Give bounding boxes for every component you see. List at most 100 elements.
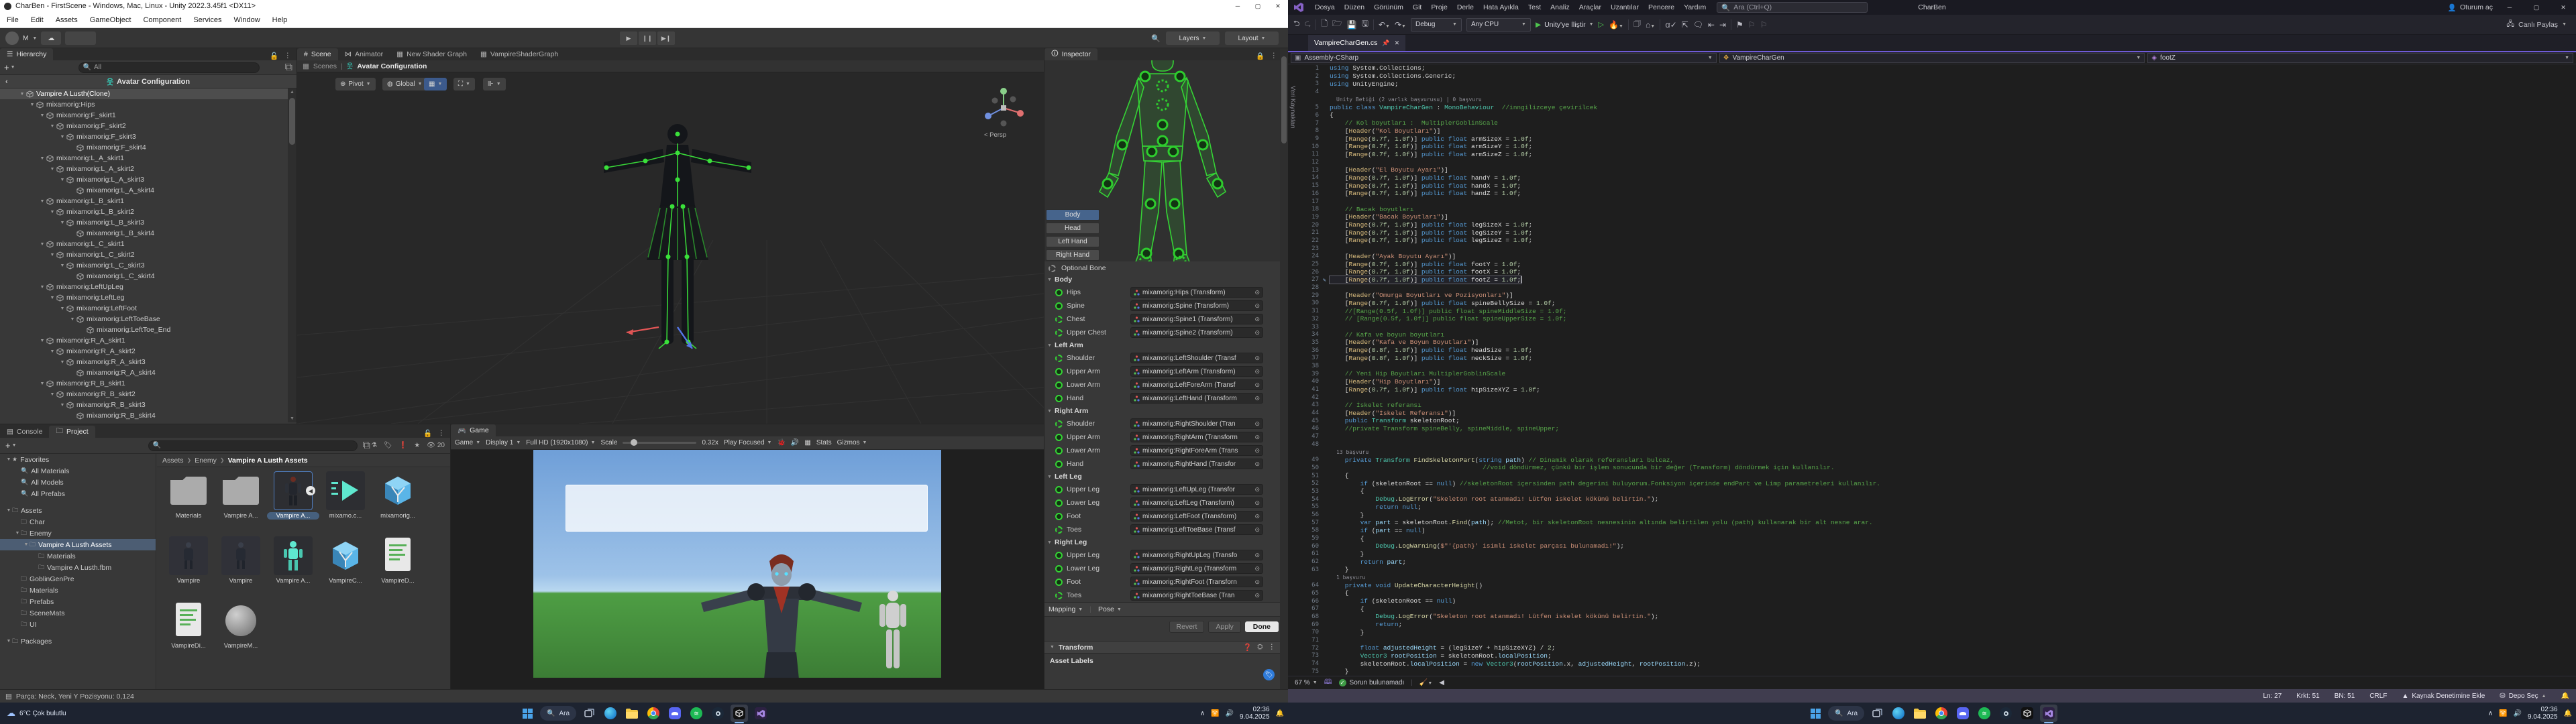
hierarchy-item[interactable]: ▼ mixamorig:F_skirt2 <box>0 121 288 131</box>
cleanup-icon[interactable]: 🧹▼ <box>1419 679 1432 686</box>
code-line[interactable]: 16 [Range(0.7f, 1.0f)] public float hand… <box>1297 190 2576 198</box>
account-menu[interactable]: M <box>23 35 28 42</box>
menu-derle[interactable]: Derle <box>1457 3 1474 11</box>
object-picker-icon[interactable]: ⊙ <box>1254 526 1260 534</box>
mute-audio-icon[interactable]: 🔊 <box>791 439 799 446</box>
snap-increment-toggle[interactable]: ⛶ ▼ <box>453 78 475 90</box>
project-tree-item[interactable]: 🗀 Vampire A Lusth.fbm <box>0 562 156 573</box>
collab-button[interactable] <box>65 32 97 45</box>
hierarchy-item[interactable]: mixamorig:F_skirt4 <box>0 142 288 153</box>
weather-widget[interactable]: ☁ 6°C Çok bulutlu <box>0 708 66 719</box>
expand-arrow-icon[interactable]: ▼ <box>39 339 46 343</box>
tab-scene[interactable]: # Scene <box>297 48 338 60</box>
hierarchy-item[interactable]: ▼ mixamorig:R_A_skirt3 <box>0 357 288 367</box>
asset-item[interactable]: mixamorig... <box>372 471 424 520</box>
asset-labels-header[interactable]: Asset Labels <box>1050 657 1093 665</box>
member-dropdown[interactable]: ◈ footZ ▼ <box>2147 53 2574 63</box>
code-line[interactable]: 71 <box>1297 636 2576 644</box>
object-picker-icon[interactable]: ⊙ <box>1254 302 1260 310</box>
code-line[interactable]: 42 <box>1297 394 2576 402</box>
expand-arrow-icon[interactable]: ▼ <box>59 178 66 182</box>
project-tree-item[interactable]: 🗀 UI <box>0 619 156 630</box>
taskbar-app-start[interactable] <box>519 705 536 722</box>
object-picker-icon[interactable]: ⊙ <box>1254 565 1260 572</box>
taskbar-app-spotify[interactable]: ≋ <box>688 705 705 722</box>
apply-button[interactable]: Apply <box>1208 621 1241 633</box>
code-line[interactable]: 41 [Range(0.7f, 1.0f)] public float hipS… <box>1297 385 2576 394</box>
bone-object-field[interactable]: mixamorig:LeftForeArm (Transf ⊙ <box>1130 379 1263 390</box>
notifications-bell-icon[interactable]: 🔔 <box>2561 692 2569 700</box>
taskbar-app-discord[interactable] <box>1954 705 1972 722</box>
expand-arrow-icon[interactable]: ▼ <box>29 103 36 107</box>
project-tree-item[interactable]: ▼ 🗀 Enemy <box>0 528 156 539</box>
code-line[interactable]: 75 } <box>1297 668 2576 676</box>
add-to-source-control-button[interactable]: ▲ Kaynak Denetimine Ekle <box>2402 692 2485 700</box>
code-line[interactable]: 33 <box>1297 323 2576 331</box>
indent-increase-icon[interactable]: ⇥ <box>1719 20 1726 29</box>
menu-window[interactable]: Window <box>234 16 260 24</box>
hierarchy-item[interactable]: ▼ mixamorig:L_B_skirt3 <box>0 217 288 228</box>
code-line[interactable]: 55 return null; <box>1297 503 2576 511</box>
bone-object-field[interactable]: mixamorig:RightArm (Transform ⊙ <box>1130 432 1263 442</box>
notification-icon[interactable]: 🔔 <box>1276 710 1284 717</box>
console-icon[interactable]: ▤ <box>5 692 12 701</box>
limb-button-right-hand[interactable]: Right Hand <box>1046 249 1099 261</box>
search-icon[interactable]: 🔍 <box>1151 34 1161 43</box>
taskbar-app-edge[interactable] <box>1890 705 1907 722</box>
limb-button-left-hand[interactable]: Left Hand <box>1046 236 1099 247</box>
code-line[interactable]: 32 // [Range(0.5f, 1.0f)] public float s… <box>1297 315 2576 323</box>
play-button[interactable]: ▶ <box>620 32 637 45</box>
code-line[interactable]: 4 <box>1297 88 2576 96</box>
save-all-icon[interactable]: 🖫 <box>1362 17 1368 32</box>
find-in-files-icon[interactable]: 🗇 <box>1633 17 1641 32</box>
grid-snap-toggle[interactable]: ▦ ▼ <box>424 78 447 90</box>
taskbar-app-start[interactable] <box>1807 705 1824 722</box>
code-line[interactable]: 48 <box>1297 440 2576 448</box>
expand-arrow-icon[interactable]: ▼ <box>19 92 25 97</box>
volume-icon[interactable]: 🔊 <box>2514 710 2522 717</box>
code-line[interactable]: 40 [Header("Hip Boyutları")] <box>1297 378 2576 386</box>
code-line[interactable]: 7 // Kol boyutları : MultiplerGoblinScal… <box>1297 119 2576 127</box>
code-line[interactable]: 63 } <box>1297 566 2576 574</box>
code-line[interactable]: 59 { <box>1297 534 2576 542</box>
menu-help[interactable]: Help <box>272 16 288 24</box>
volume-icon[interactable]: 🔊 <box>1226 710 1234 717</box>
expand-icon[interactable]: ⧉ <box>285 62 292 74</box>
code-line[interactable]: 56 } <box>1297 511 2576 519</box>
code-line[interactable]: 65 { <box>1297 589 2576 597</box>
code-line[interactable]: 9 [Range(0.7f, 1.0f)] public float armSi… <box>1297 135 2576 143</box>
expand-arrow-icon[interactable]: ▼ <box>39 199 46 204</box>
bone-section-header[interactable]: ▼ Body <box>1044 274 1281 286</box>
scene-viewport[interactable]: ⊕ Pivot ▼ ◍ Global ▼ ▦ ▼ ⛶ ▼ ⊪ ▼ < Persp <box>297 72 1044 424</box>
taskbar-app-taskview[interactable] <box>580 705 598 722</box>
hierarchy-scrollbar[interactable]: ▲ ▼ <box>288 88 297 422</box>
limb-button-body[interactable]: Body <box>1046 209 1099 221</box>
code-line[interactable]: 37 [Range(0.8f, 1.0f)] public float neck… <box>1297 354 2576 362</box>
pause-button[interactable]: ❙❙ <box>639 32 656 45</box>
code-line[interactable]: 5 public class VampireCharGen : MonoBehav… <box>1297 103 2576 111</box>
wifi-icon[interactable]: 🛜 <box>2499 710 2507 717</box>
menu-git[interactable]: Git <box>1413 3 1421 11</box>
code-line[interactable]: 69 return; <box>1297 621 2576 629</box>
expand-arrow-icon[interactable]: ▼ <box>69 317 76 322</box>
limb-button-head[interactable]: Head <box>1046 223 1099 234</box>
maximize-icon[interactable]: ▢ <box>1248 0 1268 12</box>
hierarchy-item[interactable]: mixamorig:L_C_skirt4 <box>0 271 288 282</box>
hierarchy-item[interactable]: ▼ mixamorig:L_C_skirt2 <box>0 249 288 260</box>
minimize-icon[interactable]: ─ <box>1228 0 1248 12</box>
transform-header[interactable]: Transform <box>1059 644 1093 652</box>
open-search-icon[interactable]: ⧉ <box>363 440 370 452</box>
expand-arrow-icon[interactable]: ▼ <box>39 156 46 161</box>
hierarchy-item[interactable]: mixamorig:R_B_skirt4 <box>0 410 288 421</box>
project-tree-item[interactable]: 🔍 All Materials <box>0 465 156 477</box>
code-line[interactable]: 26 [Range(0.7f, 1.0f)] public float foot… <box>1297 268 2576 276</box>
menu-araçlar[interactable]: Araçlar <box>1579 3 1601 11</box>
taskbar-app-explorer[interactable] <box>623 705 641 722</box>
hierarchy-item[interactable]: ▼ mixamorig:LeftFoot <box>0 303 288 314</box>
asset-item[interactable]: VampireC... <box>319 536 372 585</box>
taskbar-app-taskview[interactable] <box>1868 705 1886 722</box>
pin-icon[interactable]: 📌 <box>1382 40 1389 47</box>
bone-object-field[interactable]: mixamorig:RightHand (Transfor ⊙ <box>1130 459 1263 469</box>
object-picker-icon[interactable]: ⊙ <box>1254 316 1260 323</box>
undo-icon[interactable]: ↶▼ <box>1379 20 1390 29</box>
